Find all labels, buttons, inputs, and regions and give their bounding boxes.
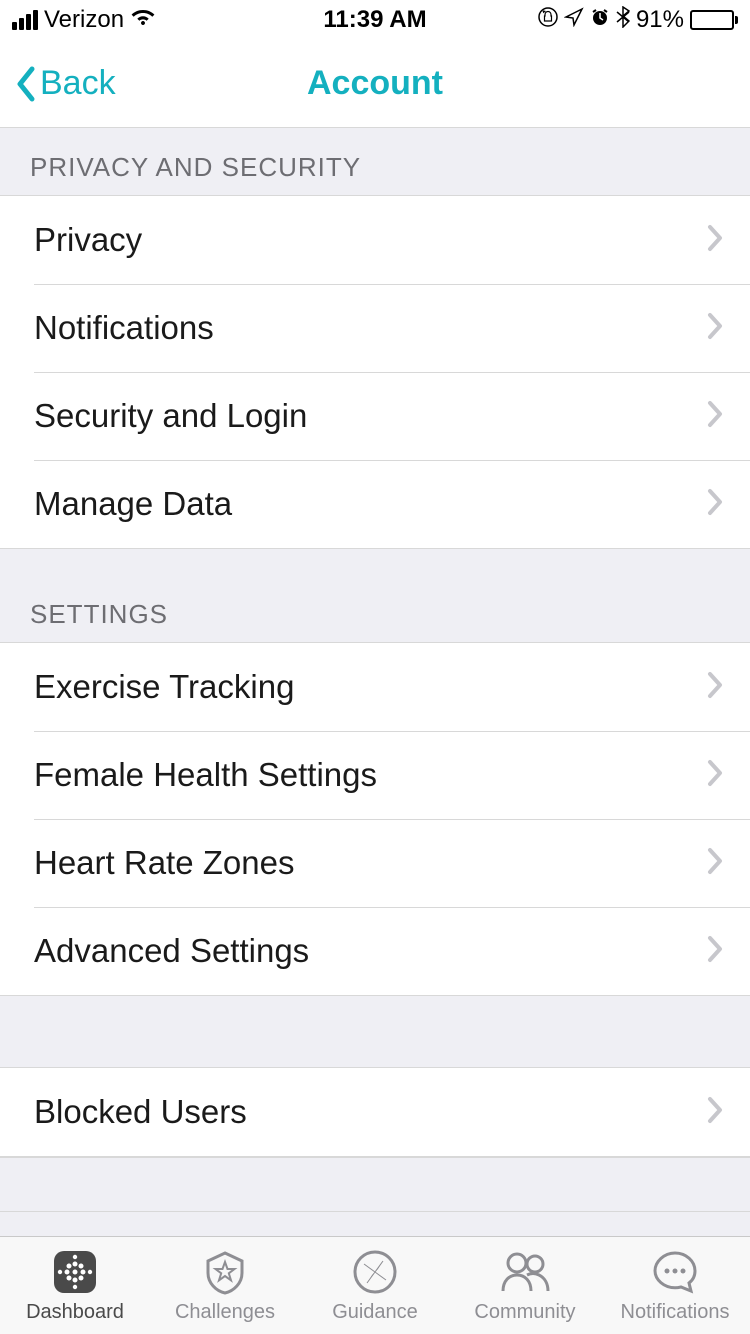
tab-notifications[interactable]: Notifications xyxy=(600,1237,750,1334)
alarm-icon xyxy=(590,6,610,34)
rotation-lock-icon xyxy=(538,6,558,34)
status-left: Verizon xyxy=(12,6,156,34)
guidance-icon xyxy=(350,1247,400,1297)
wifi-icon xyxy=(130,6,156,34)
chevron-right-icon xyxy=(706,670,724,705)
tab-guidance[interactable]: Guidance xyxy=(300,1237,450,1334)
row-manage-data[interactable]: Manage Data xyxy=(0,460,750,548)
section-header-privacy: PRIVACY AND SECURITY xyxy=(0,128,750,196)
status-right: 91% xyxy=(538,6,738,35)
tab-label: Dashboard xyxy=(26,1301,124,1324)
dashboard-icon xyxy=(50,1247,100,1297)
section-privacy-group: Privacy Notifications Security and Login… xyxy=(0,196,750,549)
chevron-right-icon xyxy=(706,399,724,434)
row-label: Exercise Tracking xyxy=(34,668,294,706)
row-label: Heart Rate Zones xyxy=(34,844,294,882)
community-icon xyxy=(497,1247,553,1297)
back-label: Back xyxy=(40,64,116,103)
row-blocked-users[interactable]: Blocked Users xyxy=(0,1068,750,1156)
section-header-settings: SETTINGS xyxy=(0,549,750,643)
back-button[interactable]: Back xyxy=(0,64,116,103)
chevron-right-icon xyxy=(706,311,724,346)
bluetooth-icon xyxy=(616,6,630,35)
battery-percent: 91% xyxy=(636,6,684,34)
row-label: Advanced Settings xyxy=(34,932,309,970)
tab-dashboard[interactable]: Dashboard xyxy=(0,1237,150,1334)
row-heart-rate-zones[interactable]: Heart Rate Zones xyxy=(0,819,750,907)
row-notifications[interactable]: Notifications xyxy=(0,284,750,372)
chevron-right-icon xyxy=(706,846,724,881)
status-bar: Verizon 11:39 AM 91% xyxy=(0,0,750,40)
nav-bar: Back Account xyxy=(0,40,750,128)
section-spacer xyxy=(0,996,750,1068)
location-icon xyxy=(564,6,584,34)
row-label: Security and Login xyxy=(34,397,307,435)
tab-label: Challenges xyxy=(175,1301,275,1324)
row-label: Blocked Users xyxy=(34,1093,247,1131)
row-security-login[interactable]: Security and Login xyxy=(0,372,750,460)
row-advanced-settings[interactable]: Advanced Settings xyxy=(0,907,750,995)
chevron-left-icon xyxy=(14,65,36,103)
chevron-right-icon xyxy=(706,934,724,969)
row-exercise-tracking[interactable]: Exercise Tracking xyxy=(0,643,750,731)
chevron-right-icon xyxy=(706,758,724,793)
section-spacer xyxy=(0,1157,750,1212)
tab-bar: Dashboard Challenges Guidance Community … xyxy=(0,1236,750,1334)
tab-label: Guidance xyxy=(332,1301,418,1324)
row-female-health[interactable]: Female Health Settings xyxy=(0,731,750,819)
section-blocked-group: Blocked Users xyxy=(0,1068,750,1157)
tab-community[interactable]: Community xyxy=(450,1237,600,1334)
chevron-right-icon xyxy=(706,223,724,258)
tab-label: Community xyxy=(474,1301,575,1324)
row-privacy[interactable]: Privacy xyxy=(0,196,750,284)
section-settings-group: Exercise Tracking Female Health Settings… xyxy=(0,643,750,996)
carrier-label: Verizon xyxy=(44,6,124,34)
chevron-right-icon xyxy=(706,487,724,522)
row-label: Manage Data xyxy=(34,485,232,523)
battery-icon xyxy=(690,10,738,30)
row-label: Privacy xyxy=(34,221,142,259)
tab-challenges[interactable]: Challenges xyxy=(150,1237,300,1334)
signal-icon xyxy=(12,10,38,30)
tab-label: Notifications xyxy=(621,1301,730,1324)
challenges-icon xyxy=(200,1247,250,1297)
row-label: Female Health Settings xyxy=(34,756,377,794)
row-label: Notifications xyxy=(34,309,214,347)
notifications-icon xyxy=(650,1247,700,1297)
chevron-right-icon xyxy=(706,1095,724,1130)
